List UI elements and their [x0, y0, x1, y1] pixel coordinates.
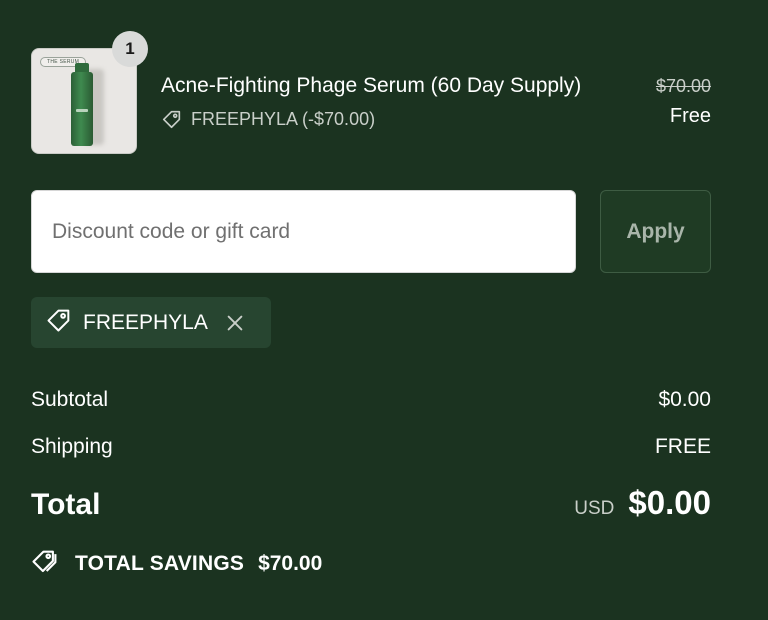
- subtotal-row: Subtotal $0.00: [31, 388, 711, 412]
- total-row: Total USD $0.00: [31, 484, 711, 522]
- savings-value: $70.00: [258, 551, 323, 575]
- subtotal-label: Subtotal: [31, 388, 109, 411]
- applied-discount-code: FREEPHYLA: [83, 310, 208, 334]
- shipping-value: FREE: [654, 435, 711, 458]
- subtotal-value: $0.00: [658, 388, 711, 411]
- total-amount: USD $0.00: [574, 484, 711, 522]
- bottle-label: [76, 109, 88, 112]
- line-item-discount-label: FREEPHYLA (-$70.00): [191, 108, 376, 129]
- currency-code: USD: [574, 498, 615, 519]
- final-price: Free: [669, 105, 711, 127]
- close-icon[interactable]: [224, 312, 246, 334]
- apply-button[interactable]: Apply: [600, 190, 711, 273]
- line-item: THE SERUM 1 Acne-Fighting Phage Serum (6…: [31, 31, 711, 154]
- tag-icon: [161, 108, 183, 130]
- discount-code-input[interactable]: [31, 190, 576, 273]
- shipping-row: Shipping FREE: [31, 435, 711, 459]
- product-thumbnail: THE SERUM 1: [31, 31, 148, 154]
- savings-label: TOTAL SAVINGS: [75, 551, 245, 575]
- order-summary: THE SERUM 1 Acne-Fighting Phage Serum (6…: [0, 0, 768, 620]
- shipping-label: Shipping: [31, 435, 113, 458]
- quantity-badge: 1: [112, 31, 148, 67]
- tag-icon: [45, 306, 73, 339]
- savings-tag-icon: [31, 546, 61, 581]
- original-price: $70.00: [655, 76, 711, 96]
- line-item-discount: FREEPHYLA (-$70.00): [161, 108, 375, 130]
- product-title: Acne-Fighting Phage Serum (60 Day Supply…: [161, 74, 582, 97]
- total-savings: TOTAL SAVINGS $70.00: [31, 546, 322, 581]
- applied-discount-chip: FREEPHYLA: [31, 297, 271, 348]
- total-label: Total: [31, 488, 101, 521]
- total-value: $0.00: [628, 484, 711, 521]
